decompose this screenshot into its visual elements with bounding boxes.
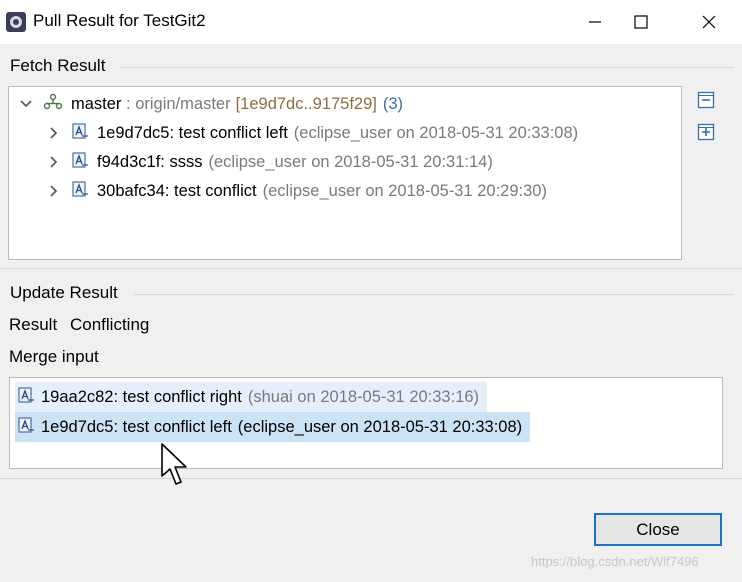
branch-separator: : — [121, 94, 136, 113]
branch-commit-count: (3) — [382, 94, 404, 113]
minimize-icon — [588, 15, 602, 29]
section-separator — [0, 268, 742, 269]
commit-meta: (eclipse_user on 2018-05-31 20:33:08) — [293, 123, 579, 142]
mouse-cursor-icon — [160, 442, 190, 493]
merge-input-meta: (shuai on 2018-05-31 20:33:16) — [247, 387, 480, 406]
commit-meta: (eclipse_user on 2018-05-31 20:29:30) — [262, 181, 547, 200]
maximize-icon — [634, 15, 648, 29]
footer-separator — [0, 478, 742, 479]
eclipse-app-icon — [5, 11, 27, 33]
chevron-down-icon[interactable] — [19, 97, 33, 111]
update-result-label: Update Result — [10, 283, 118, 302]
branch-range: [1e9d7dc..9175f29] — [235, 94, 377, 113]
fetch-group-divider — [120, 67, 734, 68]
collapse-all-icon — [696, 90, 716, 115]
collapse-all-button[interactable] — [695, 91, 717, 113]
tree-row-commit[interactable]: 30bafc34: test conflict (eclipse_user on… — [47, 177, 547, 205]
tree-row-commit[interactable]: 1e9d7dc5: test conflict left (eclipse_us… — [47, 119, 578, 147]
tree-row-commit[interactable]: f94d3c1f: ssss (eclipse_user on 2018-05-… — [47, 148, 493, 176]
watermark-text: https://blog.csdn.net/Wlf7496 — [531, 554, 699, 569]
commit-id-message: f94d3c1f: ssss — [97, 152, 203, 171]
merge-input-list[interactable]: 19aa2c82: test conflict right (shuai on … — [9, 377, 723, 469]
merge-input-item[interactable]: 19aa2c82: test conflict right (shuai on … — [15, 382, 488, 412]
chevron-right-icon[interactable] — [47, 155, 61, 169]
commit-icon — [71, 151, 89, 174]
merge-input-label: Merge input — [9, 347, 99, 366]
result-value: Conflicting — [70, 315, 150, 334]
fetch-result-tree[interactable]: master : origin/master [1e9d7dc..9175f29… — [8, 86, 682, 260]
result-label: Result — [9, 315, 58, 334]
branch-remote: origin/master — [135, 94, 231, 113]
maximize-button[interactable] — [618, 6, 664, 38]
commit-meta: (eclipse_user on 2018-05-31 20:31:14) — [208, 152, 493, 171]
window-close-button[interactable] — [686, 6, 732, 38]
merge-input-id-message: 1e9d7dc5: test conflict left — [41, 417, 232, 436]
minimize-button[interactable] — [572, 6, 618, 38]
window-title: Pull Result for TestGit2 — [33, 11, 206, 30]
branch-icon — [43, 93, 63, 116]
dialog-body: Fetch Result master : origin/master [1e9… — [0, 44, 742, 582]
fetch-result-label: Fetch Result — [10, 56, 106, 75]
chevron-right-icon[interactable] — [47, 126, 61, 140]
title-bar: Pull Result for TestGit2 — [0, 0, 742, 44]
commit-icon — [17, 386, 35, 409]
commit-id-message: 30bafc34: test conflict — [97, 181, 257, 200]
commit-icon — [71, 122, 89, 145]
merge-input-id-message: 19aa2c82: test conflict right — [41, 387, 242, 406]
commit-icon — [17, 416, 35, 439]
close-button[interactable]: Close — [594, 513, 722, 546]
commit-id-message: 1e9d7dc5: test conflict left — [97, 123, 288, 142]
chevron-right-icon[interactable] — [47, 184, 61, 198]
expand-all-button[interactable] — [695, 123, 717, 145]
merge-input-item[interactable]: 1e9d7dc5: test conflict left (eclipse_us… — [15, 412, 531, 442]
merge-input-meta: (eclipse_user on 2018-05-31 20:33:08) — [237, 417, 523, 436]
commit-icon — [71, 180, 89, 203]
tree-row-branch[interactable]: master : origin/master [1e9d7dc..9175f29… — [19, 90, 403, 118]
close-icon — [702, 15, 716, 29]
expand-all-icon — [696, 122, 716, 147]
branch-name: master — [71, 94, 122, 113]
update-group-divider — [134, 294, 734, 295]
